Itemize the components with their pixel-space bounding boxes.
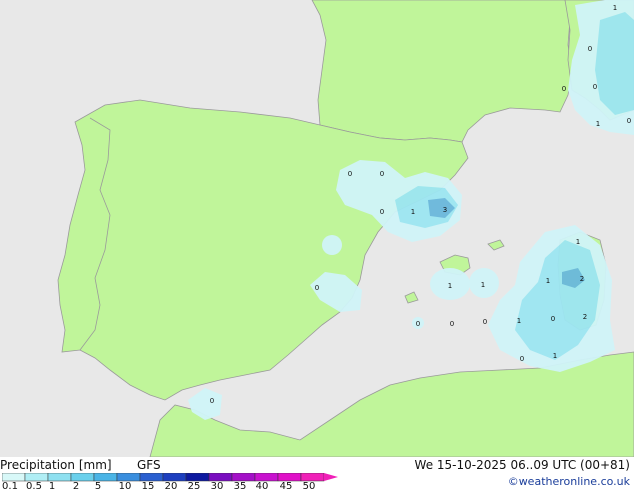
legend-swatch [162,473,187,482]
legend-tick-label: 30 [210,481,224,492]
legend-swatch [254,473,279,482]
precip-value-label: 1 [448,282,452,290]
precip-value-label: 0 [562,85,566,93]
precip-value-label: 3 [443,206,447,214]
legend-swatch [300,473,325,482]
legend-tick-label: 0.1 [2,481,18,492]
precip-value-label: 1 [481,281,485,289]
precip-value-label: 0 [416,320,420,328]
precip-value-label: 1 [546,277,550,285]
precip-value-label: 0 [450,320,454,328]
precip-value-label: 1 [576,238,580,246]
legend-model: GFS [137,458,161,472]
site-credit[interactable]: ©weatheronline.co.uk [508,475,630,488]
legend-tick-label: 0.5 [26,481,42,492]
precip-value-label: 1 [596,120,600,128]
precip-value-label: 1 [613,4,617,12]
legend-tick-label: 10 [118,481,132,492]
map-canvas: 1 0 0 0 1 0 0 0 0 1 3 1 1 2 1 1 0 2 1 0 0 0 0 1 0 0 [0,0,634,457]
legend-overflow-arrow [324,473,338,481]
legend-tick-label: 35 [233,481,247,492]
precip-area [322,235,342,255]
precip-value-label: 2 [583,313,587,321]
legend-tick-label: 15 [141,481,155,492]
legend-swatch [2,473,26,482]
precip-value-label: 1 [553,352,557,360]
precip-value-label: 0 [380,208,384,216]
precip-value-label: 0 [348,170,352,178]
precip-value-label: 0 [627,117,631,125]
precip-area [595,12,634,115]
precip-value-label: 0 [210,397,214,405]
legend-swatch [185,473,210,482]
precip-value-label: 1 [517,317,521,325]
legend-tick-label: 2 [72,481,80,492]
legend-swatch [116,473,141,482]
legend-tick-label: 20 [164,481,178,492]
legend-swatch [24,473,49,482]
precipitation-map: 1 0 0 0 1 0 0 0 0 1 3 1 1 2 1 1 0 2 1 0 0 0 0 1 0 0 [0,0,634,457]
legend-tick-label: 5 [94,481,102,492]
legend-tick-label: 50 [302,481,316,492]
legend-tick-label: 25 [187,481,201,492]
legend-tick-label: 1 [48,481,56,492]
precip-value-label: 0 [588,45,592,53]
precip-value-label: 0 [520,355,524,363]
legend-swatch [139,473,164,482]
precip-value-label: 0 [483,318,487,326]
legend-title: Precipitation [mm] [0,458,112,472]
legend-swatch [93,473,118,482]
legend-swatch [277,473,302,482]
legend-tick-label: 45 [279,481,293,492]
precip-value-label: 0 [593,83,597,91]
legend-swatch [231,473,256,482]
legend-swatch [47,473,72,482]
precip-value-label: 2 [580,275,584,283]
precip-value-label: 0 [380,170,384,178]
legend-bar: Precipitation [mm] GFS We 15-10-2025 06.… [0,457,634,492]
legend-swatch [70,473,95,482]
legend-tick-label: 40 [255,481,269,492]
legend-datetime: We 15-10-2025 06..09 UTC (00+81) [414,458,630,472]
precip-value-label: 0 [551,315,555,323]
precip-value-label: 0 [315,284,319,292]
precip-value-label: 1 [411,208,415,216]
legend-swatch [208,473,233,482]
